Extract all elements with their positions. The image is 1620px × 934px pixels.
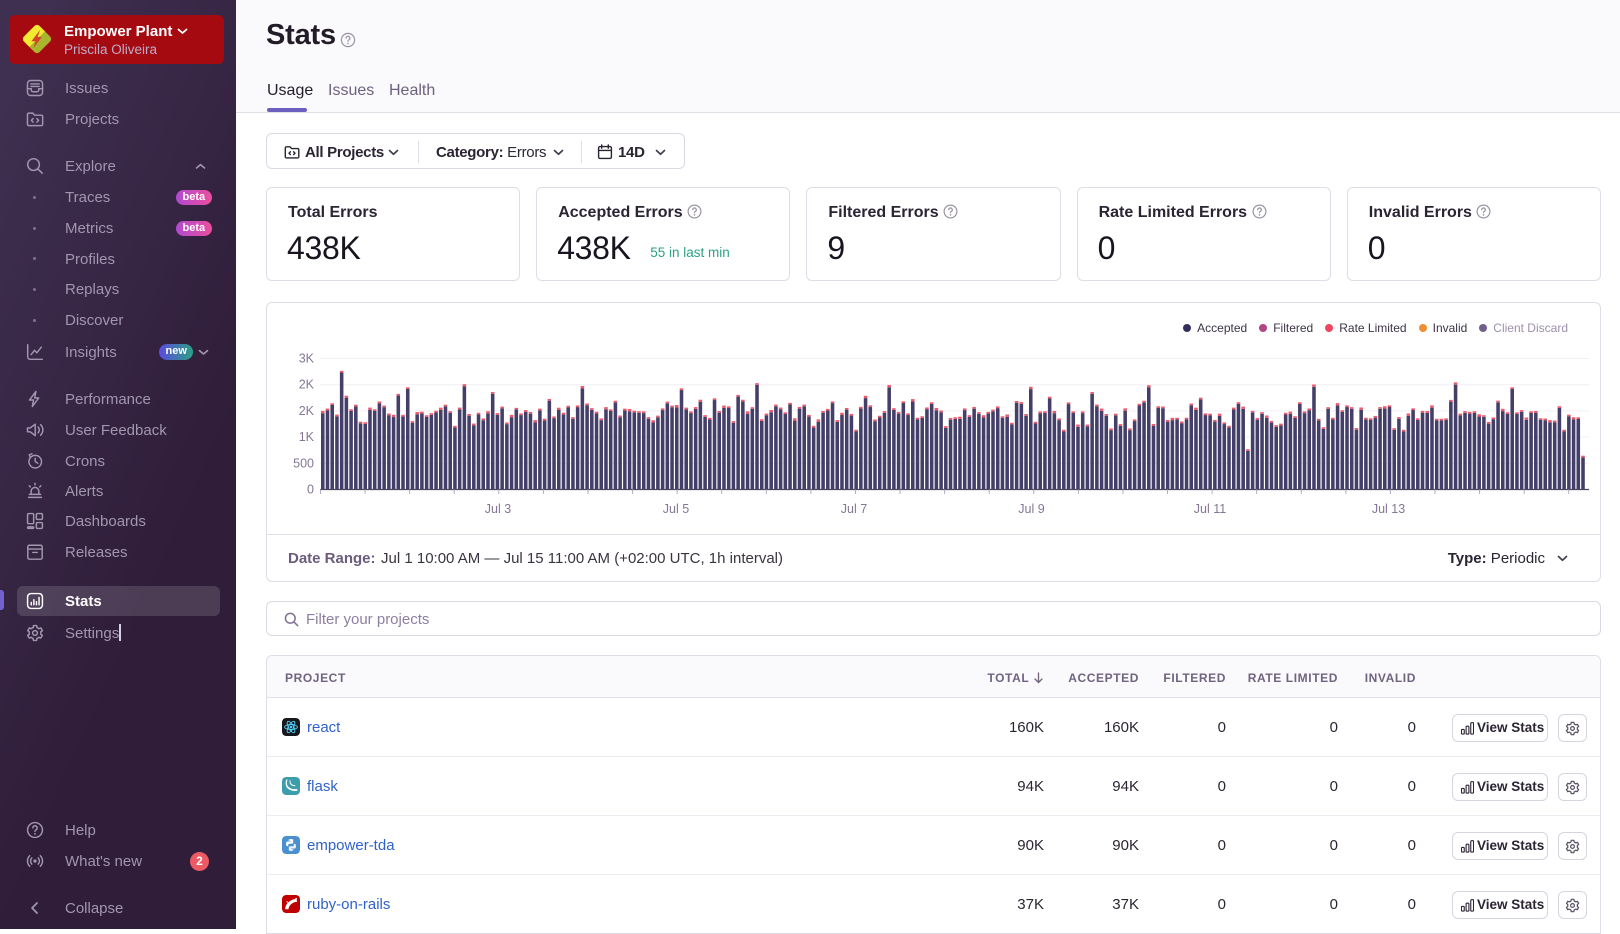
svg-text:Jul 5: Jul 5 <box>663 502 689 516</box>
svg-text:0: 0 <box>307 483 314 497</box>
svg-text:2K: 2K <box>299 404 315 418</box>
svg-text:2K: 2K <box>299 378 315 392</box>
svg-text:Jul 7: Jul 7 <box>841 502 867 516</box>
svg-text:Jul 3: Jul 3 <box>485 502 511 516</box>
svg-text:3K: 3K <box>299 352 315 366</box>
svg-text:1K: 1K <box>299 430 315 444</box>
svg-text:Jul 11: Jul 11 <box>1194 502 1226 516</box>
svg-text:Jul 9: Jul 9 <box>1018 502 1044 516</box>
svg-text:500: 500 <box>293 456 314 470</box>
svg-text:Jul 13: Jul 13 <box>1372 502 1405 516</box>
